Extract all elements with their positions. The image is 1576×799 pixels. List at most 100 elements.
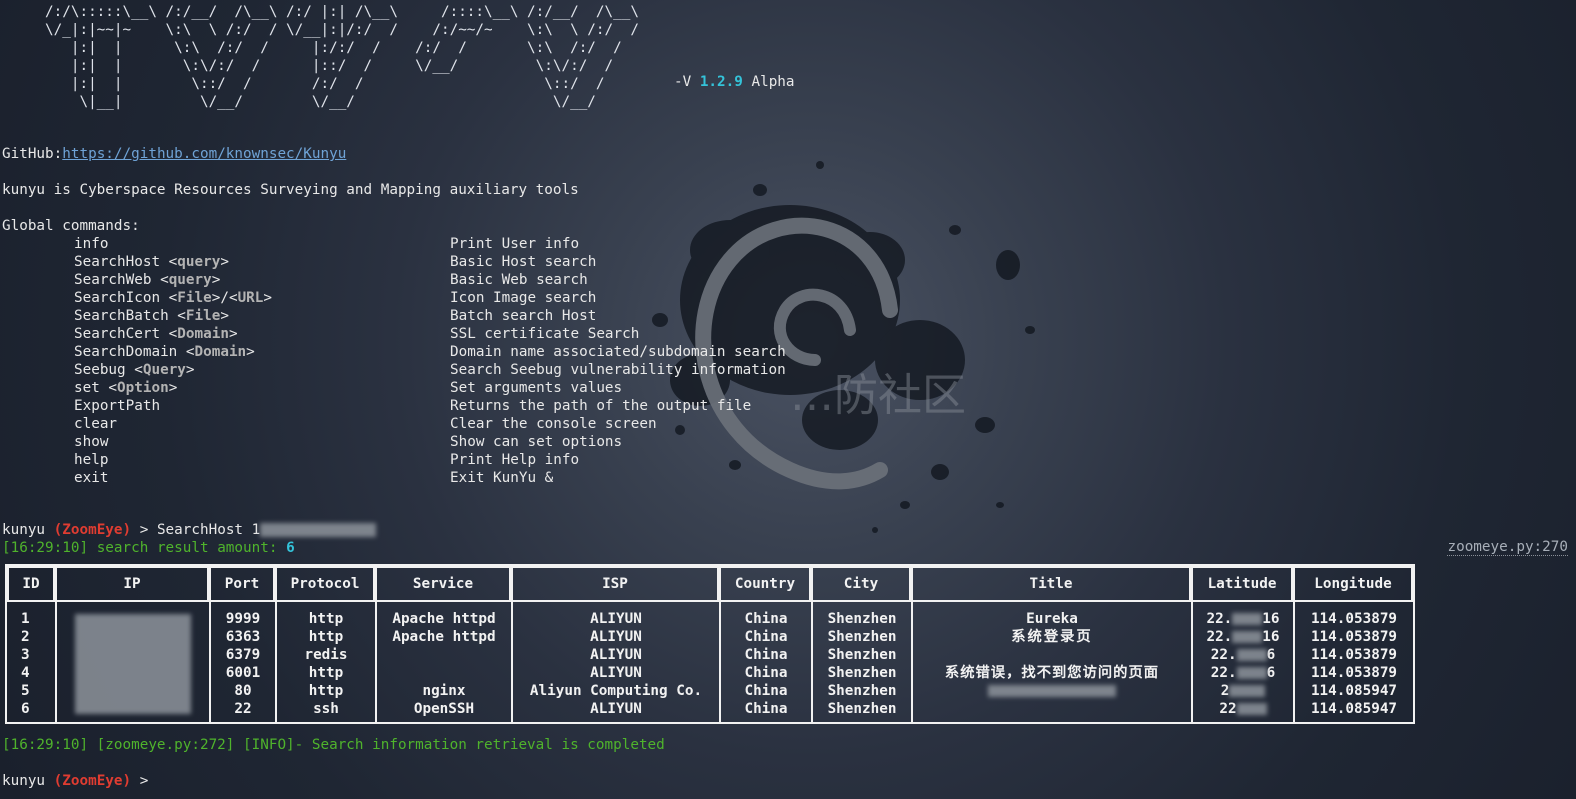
result-log-line: [16:29:10] search result amount: 6 (2, 539, 295, 557)
cell-port: 6363 (209, 628, 275, 646)
col-isp: ISP (511, 566, 719, 602)
command-desc: Basic Host search (450, 254, 597, 270)
log-time: [16:29:10] (2, 540, 89, 556)
prompt-engine: (ZoomEye) (53, 773, 132, 789)
command-searchhost: SearchHost <query> (74, 254, 229, 270)
latitude-end: 6 (1266, 647, 1276, 663)
ascii-banner-line: \|__| \/__/ \/__/ \/__/ (2, 94, 596, 110)
command-searchdomain: SearchDomain <Domain> (74, 344, 255, 360)
prompt-line-current[interactable]: kunyu (ZoomEye) > (2, 772, 148, 790)
cell-latitude: 22. 6 (1191, 664, 1293, 682)
cell-title-redacted (911, 682, 1191, 700)
redacted-ip (260, 523, 377, 537)
command-arg: File (185, 308, 221, 324)
redacted-title (988, 685, 1116, 697)
cell-protocol: http (275, 664, 375, 682)
cell-isp: ALIYUN (511, 610, 719, 628)
cell-id: 6 (21, 701, 30, 717)
command-name: SearchCert (74, 326, 161, 342)
cell-protocol: ssh (275, 700, 375, 722)
command-name: SearchDomain (74, 344, 178, 360)
cell-title: Eureka (911, 610, 1191, 628)
cell-service: OpenSSH (375, 700, 511, 722)
latitude-start: 22. (1210, 665, 1237, 681)
info-log-line: [16:29:10] [zoomeye.py:272] [INFO]- Sear… (2, 737, 665, 753)
log-text: search result amount: (96, 540, 278, 556)
command-desc: Show can set options (450, 434, 623, 450)
cell-longitude: 114.085947 (1293, 682, 1413, 700)
redacted-latitude (1236, 649, 1267, 661)
latitude-start: 2 (1220, 683, 1230, 699)
command-name: SearchHost (74, 254, 161, 270)
cell-service: Apache httpd (375, 610, 511, 628)
redacted-latitude (1229, 685, 1266, 697)
prompt-name: kunyu (2, 522, 46, 538)
latitude-end: 6 (1266, 665, 1276, 681)
latitude-end: 16 (1262, 611, 1280, 627)
command-searchweb: SearchWeb <query> (74, 272, 221, 288)
cell-country: China (719, 664, 811, 682)
table-row: 5 80 http nginx Aliyun Computing Co. Chi… (7, 682, 1413, 700)
github-line: GitHub:https://github.com/knownsec/Kunyu (2, 145, 346, 163)
version-suffix: Alpha (742, 74, 795, 90)
redacted-ip-block (75, 614, 191, 714)
cell-country: China (719, 646, 811, 664)
command-name: ExportPath (74, 398, 161, 414)
redacted-latitude (1236, 667, 1267, 679)
cell-latitude: 22. 16 (1191, 628, 1293, 646)
github-link[interactable]: https://github.com/knownsec/Kunyu (62, 146, 346, 162)
global-commands-heading: Global commands: (2, 218, 140, 234)
cell-protocol: redis (275, 646, 375, 664)
col-city: City (811, 566, 911, 602)
command-arg: URL (237, 290, 264, 306)
cell-id: 1 (21, 611, 30, 627)
cell-latitude: 22. 6 (1191, 646, 1293, 664)
command-name: clear (74, 416, 118, 432)
col-latitude: Latitude (1191, 566, 1293, 602)
tagline: kunyu is Cyberspace Resources Surveying … (2, 182, 579, 198)
ascii-banner-line: \/_|:|~~|~ \:\ \ /:/ / \/__|:|/:/ / /:/~… (2, 22, 639, 38)
cell-protocol: http (275, 682, 375, 700)
command-arg: Domain (194, 344, 247, 360)
command-clear: clear (74, 415, 117, 433)
col-port: Port (209, 566, 275, 602)
cell-city: Shenzhen (811, 664, 911, 682)
col-country: Country (719, 566, 811, 602)
command-name: show (74, 434, 109, 450)
command-info: info (74, 235, 108, 253)
table-row: 3 6379 redis ALIYUN China Shenzhen 22. 6 … (7, 646, 1413, 664)
cell-title (911, 700, 1191, 722)
cell-id: 4 (21, 665, 30, 681)
latitude-start: 22 (1219, 701, 1237, 717)
cell-isp: ALIYUN (511, 664, 719, 682)
ascii-banner-line: |:| | \::/ / /:/ / \::/ / (2, 76, 605, 92)
command-arg: query (168, 272, 212, 288)
redacted-latitude (1236, 703, 1267, 715)
col-longitude: Longitude (1293, 566, 1413, 602)
cell-country: China (719, 628, 811, 646)
cell-longitude: 114.085947 (1293, 700, 1413, 722)
watermark-text: …防社区 (790, 370, 966, 421)
cell-city: Shenzhen (811, 610, 911, 628)
cell-protocol: http (275, 610, 375, 628)
command-desc: Returns the path of the output file (450, 398, 752, 414)
command-name: SearchWeb (74, 272, 152, 288)
source-reference: zoomeye.py:270 (1447, 539, 1568, 556)
command-seebug: Seebug <Query> (74, 362, 195, 378)
command-exit: exit (74, 469, 108, 487)
cell-service: nginx (375, 682, 511, 700)
command-searchbatch: SearchBatch <File> (74, 308, 229, 324)
ascii-banner-line: |:| | \:\/:/ / |::/ / \/__/ \:\/:/ / (2, 58, 614, 74)
prompt-symbol: > (139, 773, 149, 789)
results-table: ID IP Port Protocol Service ISP Country … (5, 564, 1415, 724)
cell-isp: ALIYUN (511, 700, 719, 722)
cell-port: 6001 (209, 664, 275, 682)
col-title: Title (911, 566, 1191, 602)
command-desc: Basic Web search (450, 272, 588, 288)
command-arg: Query (142, 362, 186, 378)
cell-isp: ALIYUN (511, 628, 719, 646)
command-exportpath: ExportPath (74, 397, 160, 415)
cell-id: 3 (21, 647, 30, 663)
command-arg: query (177, 254, 221, 270)
cell-port: 9999 (209, 610, 275, 628)
